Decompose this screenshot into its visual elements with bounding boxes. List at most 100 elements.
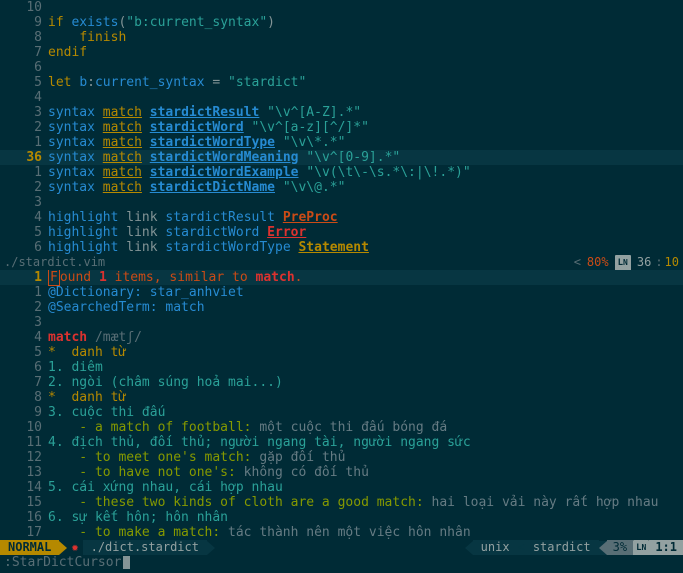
line-content: finish	[48, 30, 683, 45]
line-number: 4	[0, 210, 48, 225]
arrow-icon	[465, 541, 473, 555]
code-line[interactable]: 10 - a match of football: một cuộc thi đ…	[0, 420, 683, 435]
code-line[interactable]: 2syntax match stardictDictName "\v\@.*"	[0, 180, 683, 195]
code-line[interactable]: 8* danh từ	[0, 390, 683, 405]
code-line[interactable]: 6	[0, 60, 683, 75]
line-content	[48, 90, 683, 105]
code-line[interactable]: 72. ngòi (châm súng hoả mai...)	[0, 375, 683, 390]
line-content: 4. địch thủ, đối thủ; người ngang tài, n…	[48, 435, 683, 450]
line-number: 16	[0, 510, 48, 525]
line-number: 2	[0, 180, 48, 195]
vim-editor: 109if exists("b:current_syntax")8 finish…	[0, 0, 683, 573]
top-line: 36	[633, 255, 653, 270]
line-badge: LN	[633, 540, 649, 556]
line-content: highlight link stardictWord Error	[48, 225, 683, 240]
code-line[interactable]: 8 finish	[0, 30, 683, 45]
top-percent: 80%	[583, 255, 613, 270]
code-line[interactable]: 4highlight link stardictResult PreProc	[0, 210, 683, 225]
line-number: 12	[0, 450, 48, 465]
code-line[interactable]: 3	[0, 195, 683, 210]
code-line[interactable]: 15 - these two kinds of cloth are a good…	[0, 495, 683, 510]
filetype-label: stardict	[533, 540, 591, 555]
command-line[interactable]: :StarDictCursor	[0, 555, 683, 570]
colon-sep: :	[655, 255, 662, 270]
file-label: ./dict.stardict	[91, 540, 199, 555]
line-number: 36	[0, 150, 48, 165]
code-line[interactable]: 13 - to have not one's: không có đối thủ	[0, 465, 683, 480]
code-line[interactable]: 6highlight link stardictWordType Stateme…	[0, 240, 683, 255]
mode-label: NORMAL	[8, 540, 51, 555]
line-number: 8	[0, 30, 48, 45]
mode-segment: NORMAL	[0, 540, 59, 555]
line-content: - to meet one's match: gặp đối thủ	[48, 450, 683, 465]
code-line[interactable]: 12 - to meet one's match: gặp đối thủ	[0, 450, 683, 465]
encoding-label: unix	[481, 540, 510, 555]
line-content	[48, 195, 683, 210]
arrow-icon	[207, 541, 215, 555]
code-line[interactable]: 2@SearchedTerm: match	[0, 300, 683, 315]
line-content: highlight link stardictWordType Statemen…	[48, 240, 683, 255]
line-number: 5	[0, 345, 48, 360]
file-segment: ./dict.stardict	[83, 540, 207, 555]
code-line[interactable]: 5let b:current_syntax = "stardict"	[0, 75, 683, 90]
code-line[interactable]: 93. cuộc thi đấu	[0, 405, 683, 420]
modified-flag: ✹	[67, 540, 82, 555]
line-number: 15	[0, 495, 48, 510]
line-badge: LN	[615, 255, 631, 271]
line-content: Found 1 items, similar to match.	[48, 270, 683, 285]
line-content: 6. sự kết hôn; hôn nhân	[48, 510, 683, 525]
line-content: highlight link stardictResult PreProc	[48, 210, 683, 225]
line-content: syntax match stardictWordType "\v\*.*"	[48, 135, 683, 150]
code-line[interactable]: 4match /mætʃ/	[0, 330, 683, 345]
arrow-icon	[599, 541, 607, 555]
top-filename: ./stardict.vim	[4, 255, 105, 270]
bottom-pane[interactable]: 1Found 1 items, similar to match.1@Dicti…	[0, 270, 683, 540]
code-line[interactable]: 10	[0, 0, 683, 15]
line-content: 1. diêm	[48, 360, 683, 375]
line-number: 2	[0, 120, 48, 135]
line-number: 13	[0, 465, 48, 480]
cursor-block	[123, 556, 130, 569]
code-line[interactable]: 61. diêm	[0, 360, 683, 375]
filetype-segment: stardict	[525, 540, 599, 555]
line-content: 3. cuộc thi đấu	[48, 405, 683, 420]
line-number: 6	[0, 240, 48, 255]
line-number: 9	[0, 405, 48, 420]
code-line[interactable]: 5* danh từ	[0, 345, 683, 360]
line-content: syntax match stardictResult "\v^[A-Z].*"	[48, 105, 683, 120]
line-number: 3	[0, 315, 48, 330]
line-content: syntax match stardictWord "\v^[a-z][^/]*…	[48, 120, 683, 135]
line-number: 10	[0, 0, 48, 15]
code-line[interactable]: 145. cái xứng nhau, cái hợp nhau	[0, 480, 683, 495]
code-line[interactable]: 1syntax match stardictWordExample "\v(\t…	[0, 165, 683, 180]
line-content	[48, 60, 683, 75]
line-content: @SearchedTerm: match	[48, 300, 683, 315]
code-line[interactable]: 1@Dictionary: star_anhviet	[0, 285, 683, 300]
line-number: 7	[0, 45, 48, 60]
line-content: - these two kinds of cloth are a good ma…	[48, 495, 683, 510]
command-text: :StarDictCursor	[4, 555, 121, 570]
line-number: 3	[0, 195, 48, 210]
code-line[interactable]: 2syntax match stardictWord "\v^[a-z][^/]…	[0, 120, 683, 135]
code-line[interactable]: 114. địch thủ, đối thủ; người ngang tài,…	[0, 435, 683, 450]
code-line[interactable]: 3syntax match stardictResult "\v^[A-Z].*…	[0, 105, 683, 120]
top-statusbar: ./stardict.vim < 80% LN 36 : 10	[0, 255, 683, 270]
code-line[interactable]: 1syntax match stardictWordType "\v\*.*"	[0, 135, 683, 150]
top-pane[interactable]: 109if exists("b:current_syntax")8 finish…	[0, 0, 683, 255]
code-line[interactable]: 4	[0, 90, 683, 105]
line-number: 14	[0, 480, 48, 495]
code-line[interactable]: 7endif	[0, 45, 683, 60]
line-number: 1	[0, 135, 48, 150]
code-line[interactable]: 36syntax match stardictWordMeaning "\v^[…	[0, 150, 683, 165]
code-line[interactable]: 3	[0, 315, 683, 330]
code-line[interactable]: 166. sự kết hôn; hôn nhân	[0, 510, 683, 525]
line-number: 7	[0, 375, 48, 390]
line-number: 1	[0, 285, 48, 300]
code-line[interactable]: 1Found 1 items, similar to match.	[0, 270, 683, 285]
line-content: match /mætʃ/	[48, 330, 683, 345]
code-line[interactable]: 17 - to make a match: tác thành nên một …	[0, 525, 683, 540]
code-line[interactable]: 9if exists("b:current_syntax")	[0, 15, 683, 30]
top-col: 10	[665, 255, 679, 270]
code-line[interactable]: 5highlight link stardictWord Error	[0, 225, 683, 240]
arrow-icon	[59, 541, 67, 555]
